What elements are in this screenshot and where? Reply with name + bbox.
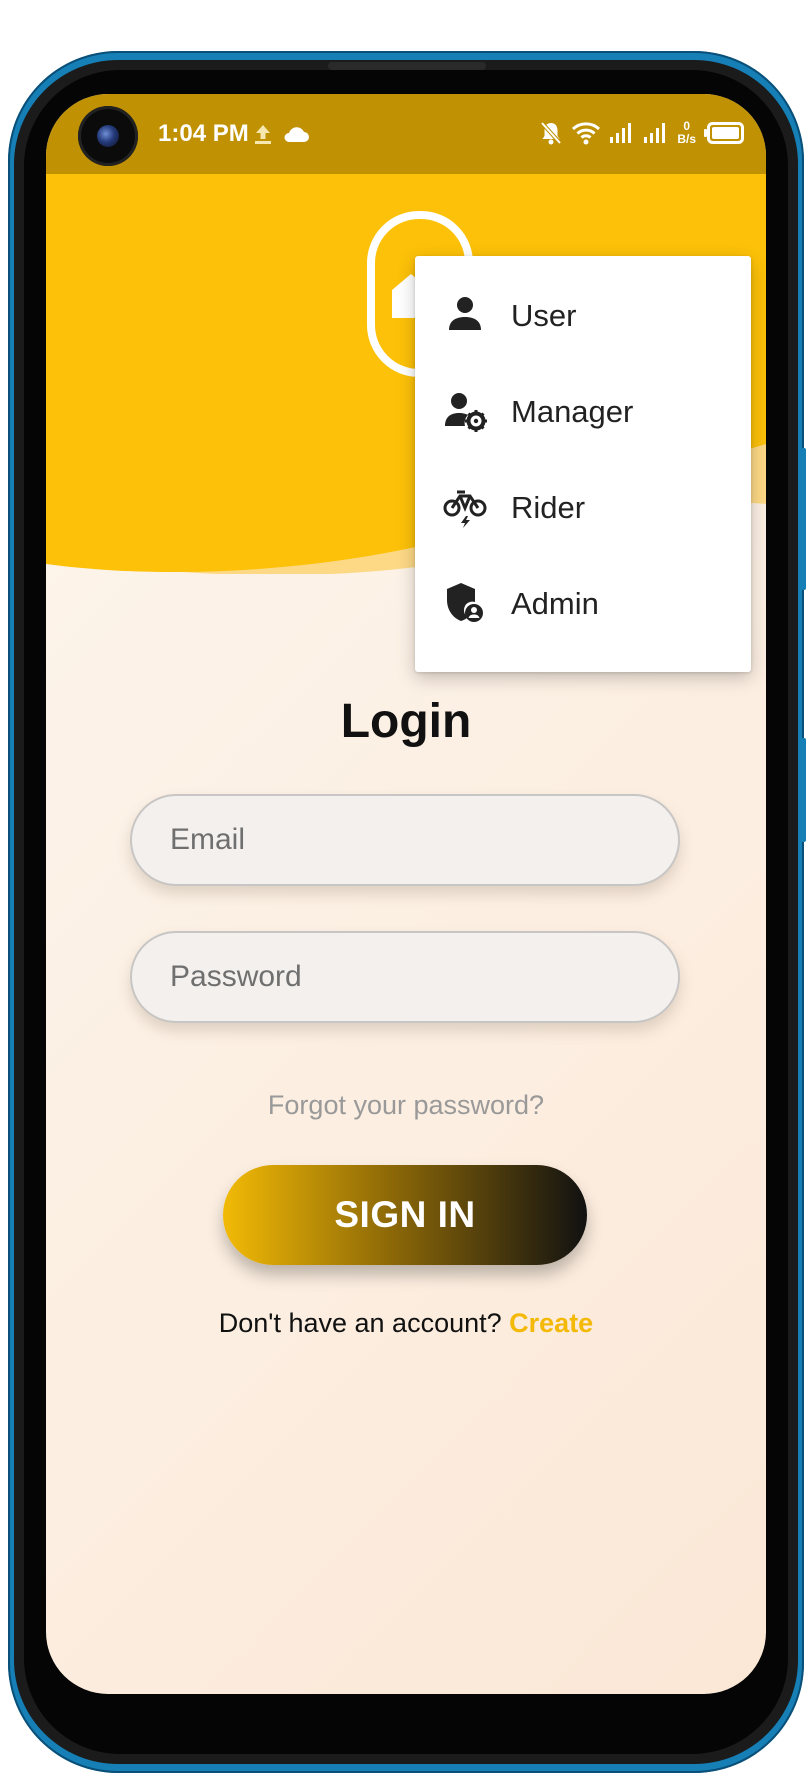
bicycle-icon: [443, 490, 487, 528]
menu-item-rider[interactable]: Rider: [415, 458, 751, 554]
status-icons: 0 B/s: [539, 118, 744, 148]
status-bar: 1:04 PM 0 B/s: [46, 94, 766, 174]
signal-icon: [644, 123, 666, 143]
menu-item-label: User: [511, 298, 577, 333]
admin-shield-icon: [447, 583, 483, 622]
bell-off-icon: [540, 121, 562, 145]
earpiece-speaker: [328, 62, 486, 70]
cloud-icon: [284, 127, 309, 142]
network-speed: 0 B/s: [677, 120, 696, 146]
upload-icon: [255, 125, 271, 144]
role-menu: User Manager Rider Admin: [415, 256, 751, 672]
menu-item-label: Admin: [511, 586, 599, 621]
create-account-link[interactable]: Create: [509, 1308, 593, 1338]
signup-prompt: Don't have an account?: [218, 1308, 502, 1338]
person-icon: [449, 297, 481, 330]
password-field[interactable]: [130, 931, 680, 1023]
menu-item-admin[interactable]: Admin: [415, 554, 751, 650]
sign-in-button[interactable]: SIGN IN: [223, 1165, 587, 1265]
menu-item-manager[interactable]: Manager: [415, 362, 751, 458]
menu-item-label: Rider: [511, 490, 586, 525]
email-field[interactable]: [130, 794, 680, 886]
side-button: [800, 738, 806, 842]
forgot-password-link[interactable]: Forgot your password?: [46, 1090, 766, 1121]
wifi-icon: [572, 122, 601, 145]
page-title: Login: [340, 695, 472, 748]
menu-item-user[interactable]: User: [415, 266, 751, 362]
app-screen: 1:04 PM 0 B/s Login Email Forgot your pa…: [46, 94, 766, 1694]
network-speed-unit: B/s: [677, 132, 696, 146]
manager-icon: [445, 393, 487, 432]
status-time: 1:04 PM: [158, 120, 249, 147]
signal-icon: [610, 123, 632, 143]
side-button: [800, 448, 806, 590]
signup-line: Don't have an account? Create: [46, 1308, 766, 1339]
battery-icon: [704, 122, 744, 144]
menu-item-label: Manager: [511, 394, 634, 429]
front-camera: [78, 106, 138, 166]
